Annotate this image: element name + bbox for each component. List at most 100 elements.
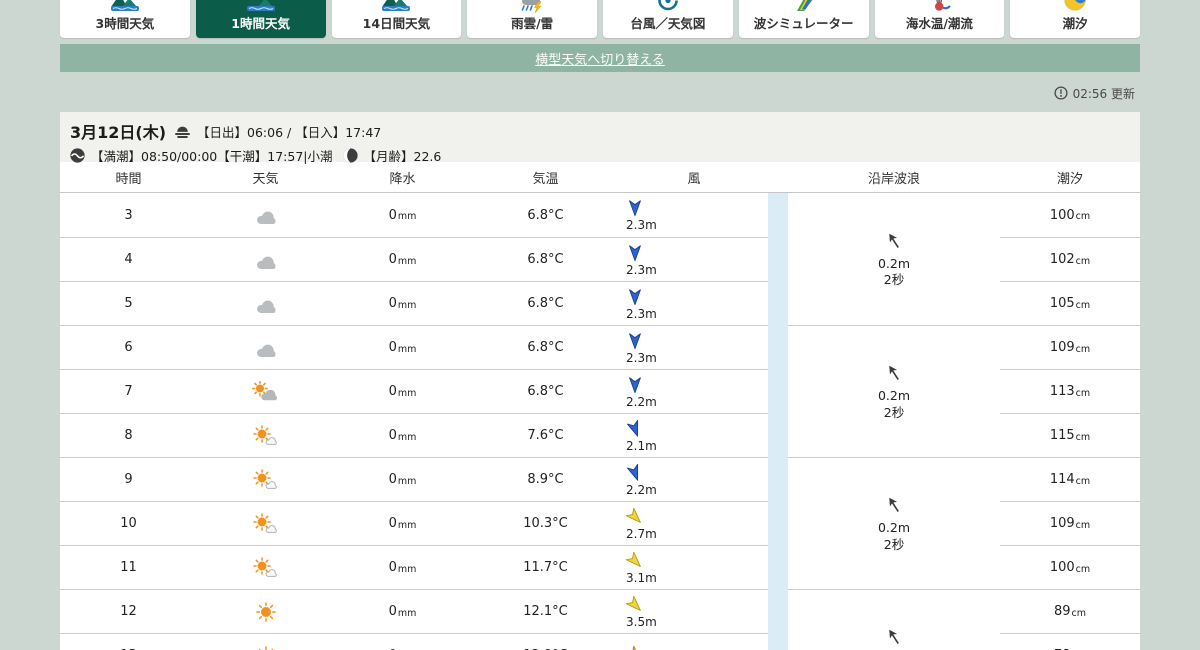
wind-cell: 2.3m [620,332,768,364]
update-time: 02:56 更新 [1072,86,1135,101]
tab-label: 海水温/潮流 [905,15,973,31]
wind-arrow-icon [626,199,644,220]
hour-cell: 11 [120,560,137,575]
wind-cell: 2.2m [620,463,768,496]
hour-cell: 5 [124,296,133,311]
wind-arrow-icon [625,645,644,650]
precip-cell: 0mm [388,384,417,399]
weather-icon-cloudy [197,249,334,271]
temp-cell: 10.3°C [523,516,568,531]
precip-cell: 0mm [388,604,417,619]
tide-cell: 89 cm [1000,589,1140,633]
tab-tide[interactable]: 潮汐 [1010,0,1140,38]
wind-cell: 2.2m [620,376,768,408]
tab-3h[interactable]: 3時間天気 [60,0,190,38]
rain-thunder-icon [517,0,547,14]
wind-arrow-icon [626,288,644,309]
wind-arrow-icon [625,551,644,573]
temp-cell: 7.6°C [527,428,564,443]
tab-rain-radar[interactable]: 雨雲/雷 [467,0,597,38]
sunrise-icon [174,124,191,139]
weather-icon-cloudy [197,293,334,315]
weather-icon-cloudy [197,337,334,359]
wave-section-strip [768,193,788,650]
precip-cell: 0mm [388,560,417,575]
tide-cell: 78cm [1000,633,1140,650]
tab-wave-sim[interactable]: 波シミュレーター [738,0,869,38]
wind-arrow-icon [626,463,644,485]
wind-cell: 2.3m [620,288,768,320]
tide-column: 100 cm 102 cm 105 cm 109 cm 113 cm 115 cm 114 cm 109 cm… [1000,193,1140,650]
tide-icon [1060,0,1090,14]
sunrise-sunset-text: 【日出】06:06 / 【日入】17:47 [197,124,382,140]
hour-cell: 7 [124,384,133,399]
wave-simulator-icon [789,0,819,14]
tab-14d[interactable]: 14日間天気 [331,0,462,38]
wind-cell: 3.5m [620,595,768,629]
weather-icon-sunny [197,645,334,650]
wave-period: 2秒 [883,272,905,288]
tab-typhoon[interactable]: 台風／天気図 [603,0,733,38]
table-row: 7 0 mm 6.8°C 2.2m [60,369,768,413]
tab-label: 3時間天気 [95,15,155,31]
wind-speed: 3.5m [626,614,657,629]
col-header-temp: 気温 [532,171,559,187]
wave-height: 0.2m [877,255,911,271]
weather-icon-mostly-sunny [197,512,334,535]
temp-cell: 11.7°C [523,560,568,575]
table-row: 8 0 mm 7.6°C 2.1m [60,413,768,457]
wind-speed: 2.3m [626,218,657,232]
wave-cell: 0.2m2秒 [788,325,1000,457]
wind-arrow-icon [626,419,644,441]
table-row: 12 0 mm 12.1°C 3.5m [60,589,768,633]
moon-icon [342,148,358,163]
table-row: 6 0 mm 6.8°C 2.3m [60,325,768,369]
switch-layout-link[interactable]: 横型天気へ切り替える [535,49,665,68]
tide-cell: 102 cm [1000,237,1140,281]
wave-cell: 0.2m2秒 [788,589,1000,650]
tide-times-text: 【満潮】08:50/00:00【干潮】17:57|小潮 [91,149,333,164]
weather-icon-sunny [197,601,334,623]
table-row: 9 0 mm 8.9°C 2.2m [60,457,768,501]
precip-cell: 0mm [388,296,417,311]
table-row: 4 0 mm 6.8°C 2.3m [60,237,768,281]
tab-bar: 3時間天気 1時間天気 14日間天気 雨雲/雷 台風／天気図 波シミュレーター 海水温/潮流… [60,0,1140,38]
precip-cell: 0mm [388,428,417,443]
table-row: 3 0 mm 6.8°C 2.3m [60,193,768,237]
wave-direction-arrow-icon [883,362,905,388]
col-header-wave: 沿岸波浪 [867,171,920,187]
precip-cell: 0mm [388,340,417,355]
wind-speed: 2.7m [626,526,657,541]
landscape-icon [110,0,140,14]
wave-direction-arrow-icon [883,626,905,650]
tide-cell: 100 cm [1049,207,1091,223]
wave-direction-arrow-icon [883,494,905,520]
wave-height: 0.2m [877,388,911,404]
tab-label: 1時間天気 [231,15,290,31]
weather-page: 3時間天気 1時間天気 14日間天気 雨雲/雷 台風／天気図 波シミュレーター 海水温/潮流… [0,0,1200,650]
wave-direction-arrow-icon [883,230,905,256]
tide-cell: 105 cm [1000,281,1140,325]
precip-cell: 0mm [388,472,417,487]
update-icon [1054,86,1068,100]
tab-1h[interactable]: 1時間天気 [195,0,326,38]
temp-cell: 6.8°C [527,207,564,223]
tide-cell: 100 cm [1000,545,1140,589]
hour-cell: 10 [120,516,137,531]
wave-period: 2秒 [883,404,905,420]
wind-arrow-icon [626,376,644,397]
temp-cell: 8.9°C [527,472,564,487]
tab-label: 潮汐 [1062,15,1088,31]
wave-height: 0.2m [877,520,911,536]
wave-column: 0.2m2秒0.2m2秒0.2m2秒0.2m2秒 [788,193,1000,650]
temp-cell: 6.8°C [527,252,564,267]
tide-cell: 113 cm [1000,369,1140,413]
tab-sea-temp[interactable]: 海水温/潮流 [874,0,1005,38]
precip-cell: 0mm [388,252,417,267]
tab-label: 台風／天気図 [630,15,706,31]
wind-cell: 2.1m [620,419,768,452]
weather-icon-mostly-sunny [197,556,334,579]
temp-cell: 6.8°C [527,296,564,311]
table-row: 130mm12.9°C [60,633,768,650]
hour-cell: 12 [120,604,137,619]
